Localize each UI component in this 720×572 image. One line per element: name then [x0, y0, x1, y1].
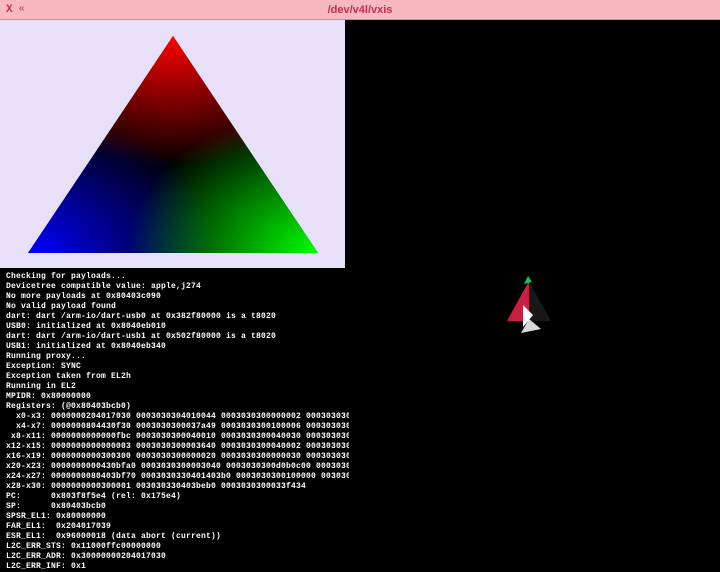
close-icon[interactable]: X	[4, 4, 15, 16]
console-line: L2C_ERR_STS: 0x11000ffc00000000	[6, 542, 343, 552]
boot-console: Checking for payloads...Devicetree compa…	[0, 268, 349, 572]
console-line: No more payloads at 0x80403c090	[6, 292, 343, 302]
console-line: MPIDR: 0x80000000	[6, 392, 343, 402]
console-line: USB0: initialized at 0x8040eb010	[6, 322, 343, 332]
console-line: x8-x11: 0000000000000fbc 000303030004001…	[6, 432, 343, 442]
console-line: L2C_ERR_INF: 0x1	[6, 562, 343, 572]
left-pane: Checking for payloads...Devicetree compa…	[0, 20, 349, 528]
content-area: Checking for payloads...Devicetree compa…	[0, 20, 720, 528]
right-pane	[349, 20, 720, 528]
console-line: SPSR_EL1: 0x80000000	[6, 512, 343, 522]
console-line: Checking for payloads...	[6, 272, 343, 282]
console-line: x24-x27: 0000000080403bf70 0003030330401…	[6, 472, 343, 482]
console-line: Devicetree compatible value: apple,j274	[6, 282, 343, 292]
asahi-logo-icon	[499, 275, 559, 335]
console-line: x0-x3: 0000000204017030 0003030304010044…	[6, 412, 343, 422]
chevron-up-icon[interactable]: «	[19, 4, 25, 15]
console-line: PC: 0x803f8f5e4 (rel: 0x175e4)	[6, 492, 343, 502]
console-line: x20-x23: 0000000000430bfa0 0003030300003…	[6, 462, 343, 472]
console-line: Exception: SYNC	[6, 362, 343, 372]
console-line: dart: dart /arm-io/dart-usb0 at 0x382f80…	[6, 312, 343, 322]
console-line: x4-x7: 0000000804430f30 0003030300037a49…	[6, 422, 343, 432]
rgb-triangle-icon	[13, 28, 333, 260]
console-line: No valid payload found	[6, 302, 343, 312]
console-line: SP: 0x80403bcb0	[6, 502, 343, 512]
window-titlebar: X « /dev/v4l/vxis	[0, 0, 720, 20]
console-line: Running proxy...	[6, 352, 343, 362]
console-line: Running in EL2	[6, 382, 343, 392]
console-line: x12-x15: 0000000000000003 00030303000036…	[6, 442, 343, 452]
console-line: ESR_EL1: 0x96000018 (data abort (current…	[6, 532, 343, 542]
console-line: USB1: initialized at 0x8040eb340	[6, 342, 343, 352]
console-line: x16-x19: 0000000000300300 00030303000000…	[6, 452, 343, 462]
console-line: dart: dart /arm-io/dart-usb1 at 0x502f80…	[6, 332, 343, 342]
console-line: FAR_EL1: 0x204017039	[6, 522, 343, 532]
console-line: L2C_ERR_ADR: 0x30000000204017030	[6, 552, 343, 562]
rgb-triangle-viewport	[0, 20, 345, 268]
console-line: Exception taken from EL2h	[6, 372, 343, 382]
console-line: x28-x30: 0000000000300001 003030330403be…	[6, 482, 343, 492]
window-title: /dev/v4l/vxis	[328, 4, 393, 16]
console-line: Registers: (@0x80403bcb0)	[6, 402, 343, 412]
